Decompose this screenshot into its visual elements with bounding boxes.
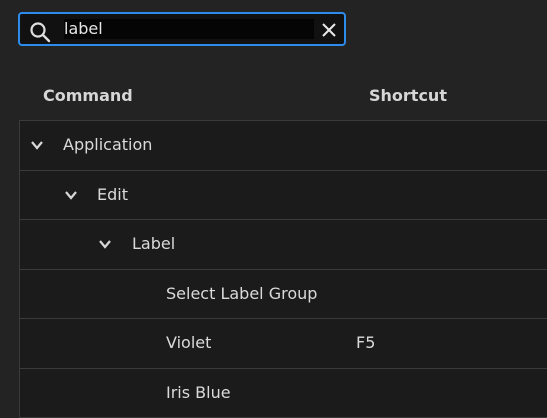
tree-row-application[interactable]: Application [20,121,547,171]
tree-row-label: Edit [97,184,128,204]
tree-row-edit[interactable]: Edit [20,170,547,220]
tree-row-label-group[interactable]: Label [20,220,547,270]
chevron-down-icon[interactable] [30,138,44,152]
tree-row-shortcut[interactable]: F5 [356,333,375,352]
column-header-command[interactable]: Command [43,86,133,105]
search-input[interactable] [64,19,314,39]
tree-row-select-label-group[interactable]: Select Label Group [20,269,547,319]
search-box[interactable] [18,12,346,46]
keyboard-shortcuts-panel: Command Shortcut Application Edit Label … [0,0,547,418]
tree-row-label: Label [132,234,176,253]
tree-row-violet[interactable]: Violet F5 [20,319,547,369]
close-icon[interactable] [320,21,338,39]
chevron-down-icon[interactable] [98,237,112,251]
tree-row-iris-blue[interactable]: Iris Blue [20,368,547,418]
tree-row-label: Iris Blue [166,382,231,402]
command-tree: Application Edit Label Select Label Grou… [19,120,547,418]
chevron-down-icon[interactable] [64,188,78,202]
search-icon [30,22,51,43]
tree-row-label: Application [63,135,153,154]
tree-row-label: Select Label Group [166,283,318,303]
column-header-shortcut[interactable]: Shortcut [369,86,447,105]
tree-row-label: Violet [166,333,212,352]
